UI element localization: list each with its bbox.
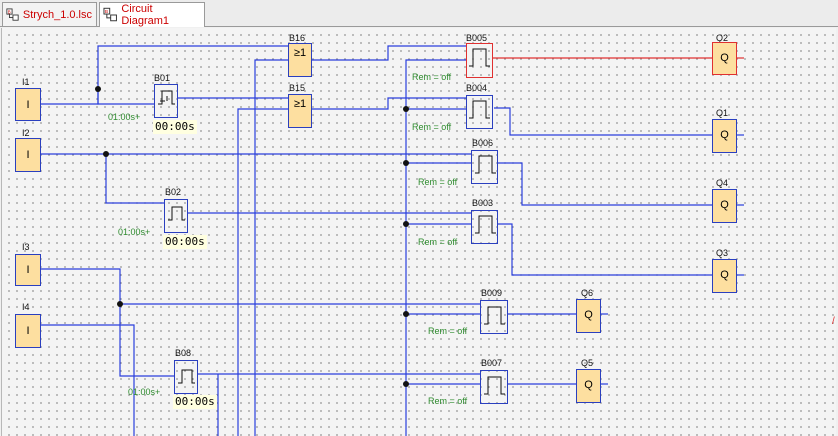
junction-dot bbox=[103, 151, 109, 157]
junction-dot bbox=[403, 221, 409, 227]
timer-value: 00:00s bbox=[163, 235, 207, 249]
timer-param: 01:00s+ bbox=[118, 227, 151, 237]
junction-dot bbox=[95, 86, 101, 92]
input-block-i4[interactable]: I bbox=[15, 314, 41, 348]
relay-rem: Rem = off bbox=[412, 72, 452, 82]
circuit-canvas[interactable]: / I1 I I2 I I3 I I4 I B16 ≥1 B15 ≥1 B01 … bbox=[1, 28, 836, 436]
relay-rem: Rem = off bbox=[428, 326, 468, 336]
relay-label-b007: B007 bbox=[481, 358, 503, 368]
document-tab-bar: B Strych_1.0.lsc B Circuit Diagram1 bbox=[0, 0, 838, 27]
wire bbox=[312, 97, 466, 110]
or-block-label-b16: B16 bbox=[289, 33, 306, 43]
circuit-file-icon: B bbox=[6, 7, 19, 21]
junction-dot bbox=[403, 106, 409, 112]
output-block-q1[interactable]: Q bbox=[712, 119, 737, 153]
relay-label-b004: B004 bbox=[466, 83, 488, 93]
output-glyph: Q bbox=[584, 379, 593, 391]
wire bbox=[498, 223, 712, 276]
junction-dot bbox=[403, 311, 409, 317]
relay-block-b003[interactable] bbox=[471, 210, 498, 244]
timer-block-b08[interactable] bbox=[174, 360, 198, 394]
wire bbox=[312, 45, 466, 61]
relay-label-b003: B003 bbox=[472, 198, 494, 208]
wire bbox=[97, 89, 154, 105]
tab-strych[interactable]: B Strych_1.0.lsc bbox=[2, 2, 97, 26]
timer-value: 00:00s bbox=[153, 120, 197, 134]
or-block-b15[interactable]: ≥1 bbox=[288, 94, 312, 128]
tab-label: Strych_1.0.lsc bbox=[22, 8, 92, 21]
input-label-i3: I3 bbox=[22, 242, 30, 252]
output-glyph: Q bbox=[720, 199, 729, 211]
relay-rem: Rem = off bbox=[412, 122, 452, 132]
output-block-q5[interactable]: Q bbox=[576, 369, 601, 403]
wire bbox=[237, 108, 288, 436]
relay-rem: Rem = off bbox=[428, 396, 468, 406]
output-label-q1: Q1 bbox=[716, 108, 729, 118]
wire bbox=[494, 107, 712, 136]
svg-text:B: B bbox=[8, 9, 11, 14]
output-glyph: Q bbox=[720, 129, 729, 141]
output-glyph: Q bbox=[720, 269, 729, 281]
input-label-i2: I2 bbox=[22, 128, 30, 138]
relay-block-b009[interactable] bbox=[480, 300, 508, 334]
wire bbox=[498, 162, 712, 206]
output-block-q3[interactable]: Q bbox=[712, 259, 737, 293]
output-block-q2[interactable]: Q bbox=[712, 42, 737, 75]
output-block-q6[interactable]: Q bbox=[576, 299, 601, 333]
input-label-i4: I4 bbox=[22, 302, 30, 312]
output-label-q3: Q3 bbox=[716, 248, 729, 258]
wire bbox=[41, 268, 174, 377]
or-glyph: ≥1 bbox=[293, 98, 307, 110]
relay-label-b009: B009 bbox=[481, 288, 503, 298]
relay-rem: Rem = off bbox=[418, 237, 458, 247]
input-glyph: I bbox=[26, 99, 30, 111]
junction-dot bbox=[403, 160, 409, 166]
svg-text:B: B bbox=[105, 9, 108, 15]
input-block-i2[interactable]: I bbox=[15, 138, 41, 172]
relay-block-b004[interactable] bbox=[466, 95, 493, 129]
input-label-i1: I1 bbox=[22, 77, 30, 87]
junction-dot bbox=[117, 301, 123, 307]
relay-label-b005: B005 bbox=[466, 33, 488, 43]
relay-rem: Rem = off bbox=[418, 177, 458, 187]
timer-label-b01: B01 bbox=[154, 73, 171, 83]
input-glyph: I bbox=[26, 264, 30, 276]
tab-label: Circuit Diagram1 bbox=[121, 3, 170, 27]
input-glyph: I bbox=[26, 149, 30, 161]
timer-block-b01[interactable] bbox=[154, 84, 178, 118]
wire bbox=[254, 59, 288, 436]
junction-dot bbox=[403, 381, 409, 387]
input-glyph: I bbox=[26, 325, 30, 337]
output-block-q4[interactable]: Q bbox=[712, 189, 737, 223]
output-label-q4: Q4 bbox=[716, 178, 729, 188]
or-block-label-b15: B15 bbox=[289, 83, 306, 93]
relay-label-b006: B006 bbox=[472, 138, 494, 148]
output-glyph: Q bbox=[720, 52, 729, 64]
timer-label-b02: B02 bbox=[165, 187, 182, 197]
timer-param: 01:00s+ bbox=[128, 387, 161, 397]
relay-block-b005[interactable] bbox=[466, 43, 493, 78]
timer-param: 01:00s+ bbox=[108, 112, 141, 122]
timer-value: 00:00s bbox=[173, 395, 217, 409]
or-block-b16[interactable]: ≥1 bbox=[288, 43, 312, 77]
output-label-q5: Q5 bbox=[581, 358, 594, 368]
output-glyph: Q bbox=[584, 309, 593, 321]
tab-circuit-diagram1[interactable]: B Circuit Diagram1 bbox=[99, 2, 205, 27]
timer-block-b02[interactable] bbox=[164, 199, 188, 233]
input-block-i1[interactable]: I bbox=[15, 88, 41, 121]
wire bbox=[105, 154, 164, 204]
output-label-q6: Q6 bbox=[581, 288, 594, 298]
relay-block-b006[interactable] bbox=[471, 150, 498, 184]
circuit-file-icon: B bbox=[103, 7, 117, 22]
wire bbox=[405, 59, 466, 436]
timer-label-b08: B08 bbox=[175, 348, 192, 358]
input-block-i3[interactable]: I bbox=[15, 254, 41, 286]
canvas-edge-marker: / bbox=[832, 316, 835, 327]
or-glyph: ≥1 bbox=[293, 47, 307, 59]
relay-block-b007[interactable] bbox=[480, 370, 508, 404]
